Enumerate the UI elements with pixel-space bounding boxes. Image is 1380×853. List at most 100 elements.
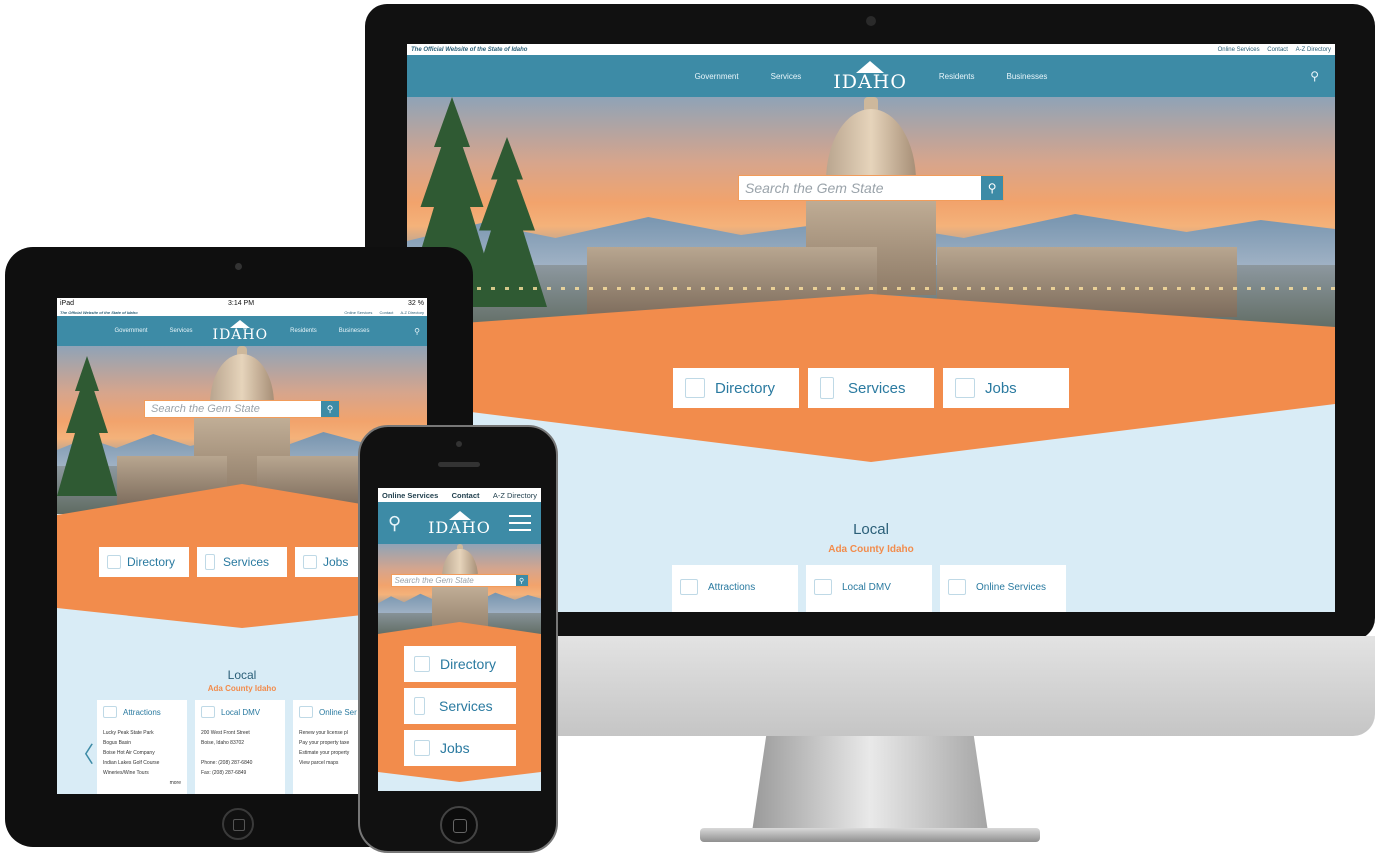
tablet-svc-dmv-title: Local DMV xyxy=(221,707,261,717)
tablet-search-button[interactable]: ⚲ xyxy=(321,401,339,417)
tablet-tree xyxy=(57,356,117,496)
phone-site: Online Services Contact A-Z Directory ⚲ … xyxy=(378,488,541,791)
phone-home-button[interactable] xyxy=(440,806,478,844)
attraction-item[interactable]: Boise Hot Air Company xyxy=(103,748,181,758)
tablet-svc-attractions[interactable]: Attractions Lucky Peak State Park Bogus … xyxy=(97,700,187,794)
phone-idaho-logo[interactable]: IDAHO xyxy=(428,510,491,536)
status-device: iPad xyxy=(60,299,75,307)
status-time: 3:14 PM xyxy=(227,299,255,307)
attraction-item[interactable]: Wineries/Wine Tours xyxy=(103,768,181,778)
tablet-nav-government[interactable]: Government xyxy=(115,328,148,334)
tablet-svc-online-title: Online Ser xyxy=(319,707,357,717)
svc-dmv-title: Local DMV xyxy=(842,581,891,593)
phone-utility-bar: Online Services Contact A-Z Directory xyxy=(378,488,541,502)
tablet-nav-residents[interactable]: Residents xyxy=(290,328,317,334)
phone-util-contact[interactable]: Contact xyxy=(452,491,480,500)
util-link-az-directory[interactable]: A-Z Directory xyxy=(1296,47,1331,53)
attraction-item[interactable]: Indian Lakes Golf Course xyxy=(103,758,181,768)
hero-search: ⚲ xyxy=(738,175,1004,201)
phone-search-button[interactable]: ⚲ xyxy=(515,575,528,586)
tablet-util-az[interactable]: A-Z Directory xyxy=(400,310,424,315)
tablet-briefcase-icon xyxy=(303,555,317,569)
svc-local-dmv[interactable]: Local DMV xyxy=(806,565,932,612)
imac-stand xyxy=(752,736,988,832)
car-icon xyxy=(814,579,832,595)
phone-card-services[interactable]: Services xyxy=(404,688,516,724)
tablet-mountain-icon xyxy=(103,706,117,718)
search-input[interactable] xyxy=(739,176,982,200)
card-directory[interactable]: Directory xyxy=(673,368,799,408)
briefcase-icon xyxy=(955,378,975,398)
tablet-search-icon[interactable]: ⚲ xyxy=(414,327,420,336)
phone-quick-links: Directory Services Jobs xyxy=(404,646,516,766)
tablet-card-directory-label: Directory xyxy=(127,555,176,569)
search-icon[interactable]: ⚲ xyxy=(1310,69,1319,83)
tablet-building-icon xyxy=(107,555,121,569)
tablet-card-jobs-label: Jobs xyxy=(323,555,349,569)
tablet-hero-search: ⚲ xyxy=(144,400,340,418)
attraction-item[interactable]: Bogus Basin xyxy=(103,738,181,748)
imac-foot xyxy=(700,828,1040,842)
svc-online-services[interactable]: Online Services xyxy=(940,565,1066,612)
phone-camera xyxy=(456,441,462,447)
nav-businesses[interactable]: Businesses xyxy=(1006,72,1047,81)
tablet-card-directory[interactable]: Directory xyxy=(99,547,189,577)
card-services-label: Services xyxy=(848,379,906,397)
mobile-icon xyxy=(820,377,834,399)
phone-card-services-label: Services xyxy=(439,698,493,714)
search-button[interactable]: ⚲ xyxy=(981,176,1003,200)
tablet-search-input[interactable] xyxy=(145,401,322,417)
nav-government[interactable]: Government xyxy=(695,72,739,81)
tablet-idaho-logo[interactable]: IDAHO xyxy=(213,320,269,342)
phone-card-directory[interactable]: Directory xyxy=(404,646,516,682)
phone-speaker xyxy=(438,462,480,467)
svc-online-title: Online Services xyxy=(976,581,1047,593)
ipad-camera xyxy=(235,263,242,270)
phone-card-jobs[interactable]: Jobs xyxy=(404,730,516,766)
tablet-local-services: Attractions Lucky Peak State Park Bogus … xyxy=(97,700,383,794)
ipad-home-button[interactable] xyxy=(222,808,254,840)
util-link-online-services[interactable]: Online Services xyxy=(1218,47,1260,53)
phone-util-online-services[interactable]: Online Services xyxy=(382,491,438,500)
dmv-spacer xyxy=(201,748,279,758)
card-directory-label: Directory xyxy=(715,379,776,397)
building-icon xyxy=(685,378,705,398)
logo-text: IDAHO xyxy=(833,70,907,93)
status-battery: 32 % xyxy=(408,299,424,307)
carousel-prev-arrow-icon[interactable]: 〈 xyxy=(72,737,94,769)
mountain-icon xyxy=(680,579,698,595)
tablet-card-services-label: Services xyxy=(223,555,270,569)
phone-nav: ⚲ IDAHO xyxy=(378,502,541,544)
tablet-svc-local-dmv[interactable]: Local DMV 200 West Front Street Boise, I… xyxy=(195,700,285,794)
tablet-card-services[interactable]: Services xyxy=(197,547,287,577)
phone-orange-chevron xyxy=(378,772,541,782)
tablet-nav-businesses[interactable]: Businesses xyxy=(339,328,370,334)
imac-camera xyxy=(866,16,876,26)
phone-search-icon[interactable]: ⚲ xyxy=(388,513,401,534)
phone-hero-search: ⚲ xyxy=(390,574,529,587)
phone-briefcase-icon xyxy=(414,740,430,756)
local-services: Attractions Local DMV Online Services xyxy=(672,565,1066,612)
phone-mobile-icon xyxy=(414,697,425,715)
nav-services[interactable]: Services xyxy=(771,72,802,81)
nav-residents[interactable]: Residents xyxy=(939,72,975,81)
phone-search-input[interactable] xyxy=(391,575,516,586)
tablet-util-online-services[interactable]: Online Services xyxy=(344,310,372,315)
svc-attractions[interactable]: Attractions xyxy=(672,565,798,612)
tablet-utility-bar: The Official Website of the State of Ida… xyxy=(57,308,427,316)
hamburger-menu-icon[interactable] xyxy=(509,510,531,536)
card-services[interactable]: Services xyxy=(808,368,934,408)
ipad-status-bar: iPad 3:14 PM 32 % xyxy=(57,298,427,308)
tablet-car-icon xyxy=(201,706,215,718)
util-link-contact[interactable]: Contact xyxy=(1267,47,1288,53)
tablet-util-contact[interactable]: Contact xyxy=(380,310,394,315)
tablet-building-icon-2 xyxy=(299,706,313,718)
attraction-item[interactable]: Lucky Peak State Park xyxy=(103,728,181,738)
tablet-nav-services[interactable]: Services xyxy=(170,328,193,334)
attractions-more-link[interactable]: more xyxy=(103,778,181,788)
phone-util-az[interactable]: A-Z Directory xyxy=(493,491,537,500)
card-jobs[interactable]: Jobs xyxy=(943,368,1069,408)
idaho-logo[interactable]: IDAHO xyxy=(833,60,907,93)
phone-card-directory-label: Directory xyxy=(440,656,497,672)
hero-windows xyxy=(407,287,1335,290)
